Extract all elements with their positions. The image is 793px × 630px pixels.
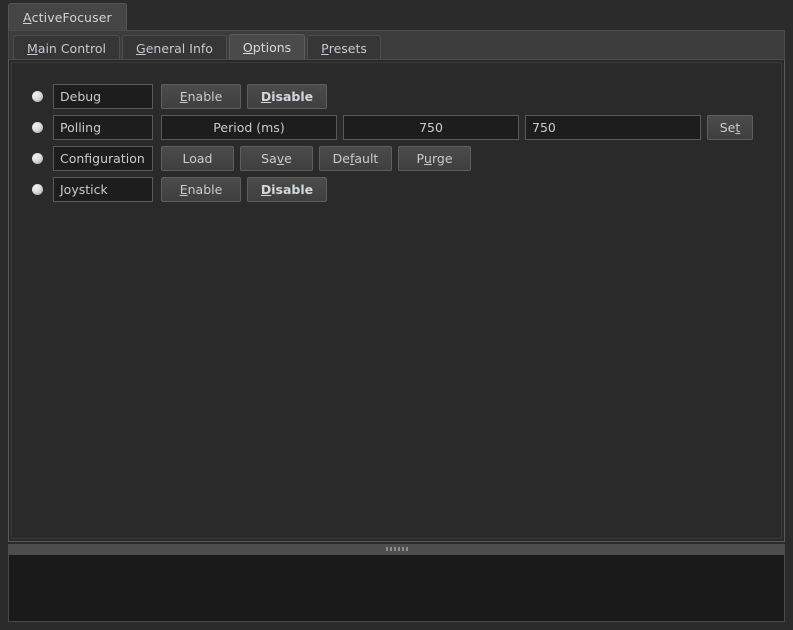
joystick-enable-mnemonic: E [179, 182, 188, 197]
configuration-save-label-pre: Sa [261, 151, 277, 166]
configuration-save-button[interactable]: Sa v e [240, 146, 313, 171]
joystick-disable-label: isable [271, 182, 314, 197]
options-tab-panel-inner: Debug Enable Disable Polling Period (ms)… [11, 62, 782, 539]
configuration-save-mnemonic: v [276, 151, 285, 166]
polling-label: Polling [60, 120, 102, 135]
configuration-label: Configuration [60, 151, 145, 166]
configuration-label-field: Configuration [53, 146, 153, 171]
polling-period-label-field: Period (ms) [161, 115, 337, 140]
tab-options[interactable]: Options [228, 34, 306, 61]
configuration-status-led-icon [32, 153, 43, 164]
panel-splitter[interactable] [8, 544, 785, 554]
configuration-save-label-rest: e [284, 151, 292, 166]
window-tab-label: ctiveFocuser [31, 9, 112, 25]
polling-set-button[interactable]: Se t [707, 115, 753, 140]
options-rows: Debug Enable Disable Polling Period (ms)… [32, 84, 771, 208]
options-tab-panel: Debug Enable Disable Polling Period (ms)… [8, 59, 785, 542]
window-tab-mnemonic: A [23, 9, 32, 25]
tab-main-control[interactable]: Main Control [13, 35, 121, 61]
polling-period-label: Period (ms) [213, 120, 285, 135]
configuration-purge-mnemonic: u [424, 151, 432, 166]
row-joystick: Joystick Enable Disable [32, 177, 771, 202]
debug-disable-label: isable [271, 89, 314, 104]
debug-disable-mnemonic: D [260, 89, 272, 104]
window-tabstrip: ActiveFocuser [0, 0, 793, 30]
polling-label-field: Polling [53, 115, 153, 140]
joystick-label: Joystick [60, 182, 108, 197]
tab-main-control-mnemonic: M [27, 40, 38, 56]
debug-enable-mnemonic: E [179, 89, 188, 104]
configuration-purge-label-rest: rge [431, 151, 453, 166]
polling-set-label-pre: Se [719, 120, 736, 135]
tab-options-label: ptions [252, 40, 292, 55]
splitter-grip-icon [385, 547, 408, 551]
tab-bar: Main Control General Info Options Preset… [8, 30, 785, 61]
polling-status-led-icon [32, 122, 43, 133]
tab-presets-mnemonic: P [321, 40, 329, 56]
tab-presets[interactable]: Presets [307, 35, 381, 61]
tab-list: Main Control General Info Options Preset… [13, 34, 383, 61]
polling-period-input-text: 750 [532, 120, 556, 135]
tab-general-info-label: eneral Info [145, 40, 213, 56]
configuration-default-label-rest: ault [354, 151, 379, 166]
debug-enable-button[interactable]: Enable [161, 84, 241, 109]
tab-options-mnemonic: O [242, 40, 253, 55]
configuration-default-button[interactable]: De f ault [319, 146, 392, 171]
row-debug: Debug Enable Disable [32, 84, 771, 109]
debug-label-field: Debug [53, 84, 153, 109]
polling-period-input[interactable]: 750 [525, 115, 701, 140]
configuration-purge-button[interactable]: Pu rge [398, 146, 471, 171]
joystick-enable-label: nable [187, 182, 223, 197]
debug-status-led-icon [32, 91, 43, 102]
polling-set-mnemonic: t [735, 120, 741, 135]
tab-general-info-mnemonic: G [136, 40, 146, 56]
joystick-disable-button[interactable]: Disable [247, 177, 327, 202]
configuration-purge-label-pre: P [416, 151, 425, 166]
row-polling: Polling Period (ms) 750 750 Se t [32, 115, 771, 140]
debug-disable-button[interactable]: Disable [247, 84, 327, 109]
tab-general-info[interactable]: General Info [122, 35, 227, 61]
polling-period-current-text: 750 [419, 120, 443, 135]
joystick-disable-mnemonic: D [260, 182, 272, 197]
joystick-status-led-icon [32, 184, 43, 195]
debug-label: Debug [60, 89, 102, 104]
polling-period-current-value: 750 [343, 115, 519, 140]
configuration-load-button[interactable]: Load [161, 146, 234, 171]
window-tab-activefocuser[interactable]: ActiveFocuser [8, 3, 127, 30]
joystick-enable-button[interactable]: Enable [161, 177, 241, 202]
tab-presets-label: resets [328, 40, 367, 56]
activefocuser-window: ActiveFocuser Main Control General Info … [0, 0, 793, 630]
row-configuration: Configuration Load Sa v e De f ault P u … [32, 146, 771, 171]
tab-main-control-label: ain Control [37, 40, 107, 56]
configuration-load-label-pre: Load [182, 151, 213, 166]
log-output[interactable] [10, 556, 783, 620]
joystick-label-field: Joystick [53, 177, 153, 202]
log-panel [8, 554, 785, 622]
configuration-default-label-pre: De [332, 151, 350, 166]
debug-enable-label: nable [187, 89, 223, 104]
